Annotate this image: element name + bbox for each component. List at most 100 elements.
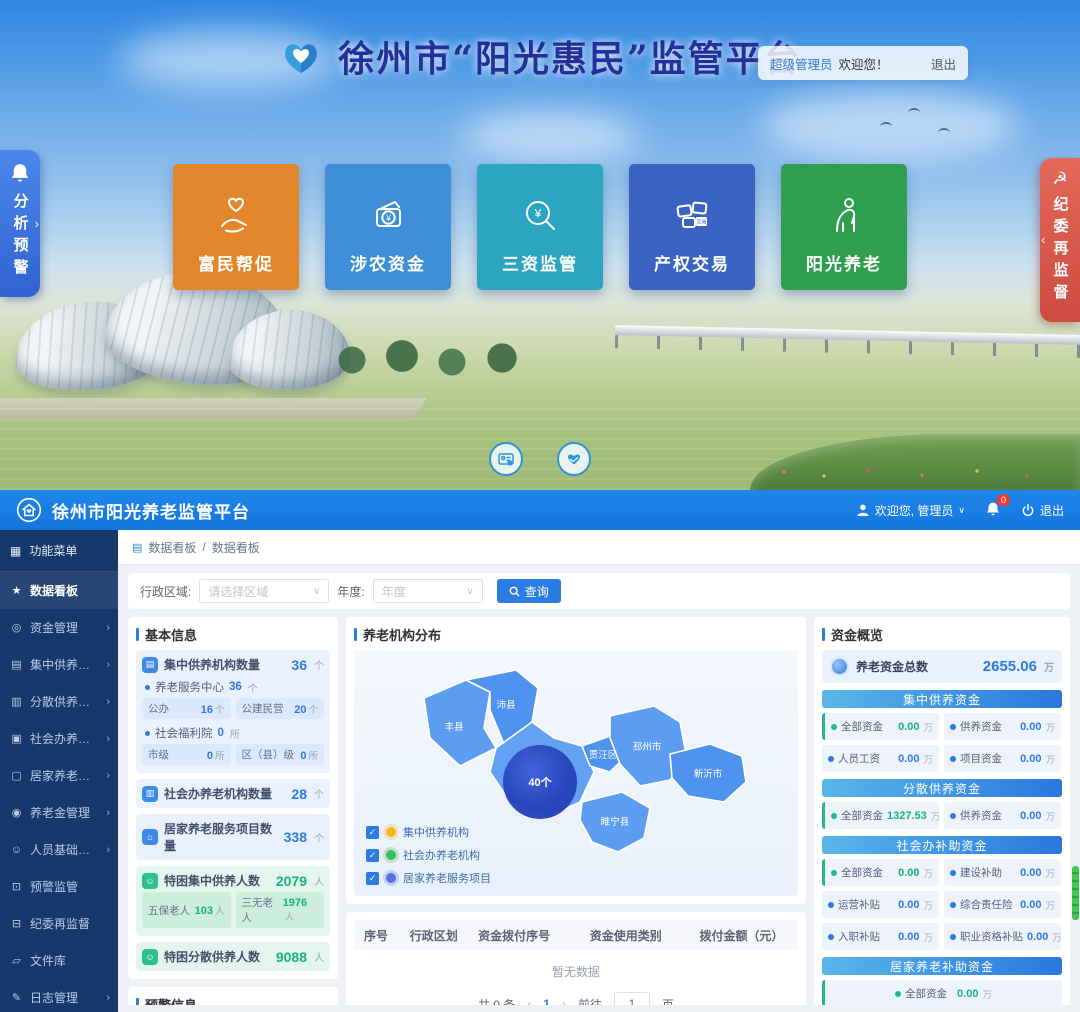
region-select[interactable]: 请选择区域 ∨ [199,579,329,603]
sidebar-item-pension-management[interactable]: ◉ 养老金管理 › [0,794,118,831]
total-fund-card: 养老资金总数 2655.06 万 [822,650,1062,683]
map-label: 丰县 [444,721,463,733]
scrollbar-thumb[interactable] [1072,866,1079,920]
wallet-yuan-icon: ¥ [366,194,410,238]
checkbox-checked-icon[interactable]: ✓ [366,872,379,885]
sidebar-item-file-library[interactable]: ▱ 文件库 [0,942,118,979]
user-menu[interactable]: 欢迎您, 管理员 ∨ [856,502,965,519]
pencil-icon: ✎ [10,991,23,1004]
goto-page-input[interactable] [614,992,650,1005]
fund-cell: 供养资金0.00万 [944,713,1061,740]
breadcrumb-second[interactable]: 数据看板 [212,539,260,556]
fund-cell: 全部资金1327.53万 [822,802,939,829]
bird [938,128,950,137]
building-icon: ▣ [10,732,23,745]
sidebar-item-private-institutions[interactable]: ▣ 社会办养老机构 › [0,720,118,757]
tile-chanquan-jiaoyi[interactable]: 交易 产权交易 [629,164,755,290]
sidebar-item-decentralized-funds[interactable]: ▥ 分散供养资金 › [0,683,118,720]
pin-icon [386,873,396,883]
legend-private-institutions[interactable]: ✓ 社会办养老机构 [366,847,491,863]
panel-title: 预警信息 [136,995,330,1005]
map-label: 新沂市 [694,768,723,780]
filter-bar: 行政区域: 请选择区域 ∨ 年度: 年度 ∨ 查询 [128,573,1070,609]
portal-logout-link[interactable]: 退出 [931,54,956,73]
logout-label: 退出 [1040,502,1064,519]
stat-card-private-institutions: ▥ 社会办养老机构数量 28 个 [136,779,330,808]
sub-stat: 市级 0所 [142,744,231,765]
id-card-icon [497,450,515,468]
chevron-right-icon: › [106,992,110,1004]
fund-cell: 全部资金0.00万 [822,713,939,740]
logout-button[interactable]: 退出 [1021,502,1064,519]
prev-page-button[interactable]: ‹ [527,997,531,1005]
map-label: 邳州市 [633,741,662,753]
sidebar-item-log-management[interactable]: ✎ 日志管理 › [0,979,118,1012]
chevron-right-icon: › [35,216,39,231]
checkbox-checked-icon[interactable]: ✓ [366,826,379,839]
panel-title: 养老机构分布 [354,625,798,644]
tile-sanzi-jianguan[interactable]: ¥ 三资监管 [477,164,603,290]
sub-stat: 三无老人 1976人 [236,892,325,928]
power-icon [1021,503,1035,517]
welcome-text: 欢迎您！ [839,54,889,73]
left-column: 基本信息 ▤ 集中供养机构数量 36 个 [128,617,338,1005]
discipline-supervision-tab[interactable]: ☭ 纪委再监督 ‹ [1040,158,1080,322]
hammer-sickle-icon: ☭ [1052,170,1067,187]
stat-value: 36 [291,657,307,673]
monitor-icon: ▢ [10,769,23,782]
treeline [332,330,542,382]
chevron-right-icon: › [106,696,110,708]
sidebar-item-fund-management[interactable]: ◎ 资金管理 › [0,609,118,646]
col-amount: 拨付金额（元） [690,927,788,944]
heart-badge[interactable] [557,442,591,476]
star-icon: ★ [10,584,23,597]
screen: 徐州市“阳光惠民”监管平台 超级管理员 欢迎您！ 退出 分析预警 › ☭ 纪委再… [0,0,1080,1012]
sidebar: ▦ 功能菜单 ★ 数据看板 ◎ 资金管理 › ▤ 集中供养资金 › ▥ 分散供养… [0,530,118,1012]
sidebar-item-warning-supervision[interactable]: ⊡ 预警监管 [0,868,118,905]
hero-badges [0,442,1080,476]
checkbox-checked-icon[interactable]: ✓ [366,849,379,862]
user-role: 超级管理员 [770,54,833,73]
legend-homecare-projects[interactable]: ✓ 居家养老服务项目 [366,870,491,886]
person-mini-icon: ☺ [142,873,158,889]
id-card-badge[interactable] [489,442,523,476]
heart-icon [565,450,583,468]
map-label: 沛县 [496,699,515,711]
menu-header-label: 功能菜单 [29,542,77,559]
sidebar-item-dashboard[interactable]: ★ 数据看板 [0,572,118,609]
notification-bell[interactable]: 0 [985,501,1001,520]
goto-unit: 页 [662,996,674,1006]
sidebar-item-centralized-funds[interactable]: ▤ 集中供养资金 › [0,646,118,683]
fund-cell: 建设补助0.00万 [944,859,1061,886]
chevron-right-icon: › [106,659,110,671]
tile-shenong-zijin[interactable]: ¥ 涉农资金 [325,164,451,290]
sub-stat: 公建民营 20个 [236,698,325,719]
folder-icon: ▥ [10,695,23,708]
chevron-left-icon: ‹ [1041,232,1045,247]
chevron-right-icon: › [106,733,110,745]
app-logo-icon [16,497,42,523]
analysis-warning-label: 分析预警 [10,193,31,281]
sidebar-item-home-care-projects[interactable]: ▢ 居家养老服务项目 › [0,757,118,794]
bird [908,108,920,117]
fund-overview-panel: 资金概览 养老资金总数 2655.06 万 集中供养资金 全部资金0.00万 [814,617,1070,1005]
tile-fumin-bangcu[interactable]: 富民帮促 [173,164,299,290]
year-filter-label: 年度: [337,583,364,600]
bell-badge: 0 [997,494,1010,506]
sidebar-item-discipline-supervision[interactable]: ⊟ 纪委再监督 [0,905,118,942]
next-page-button[interactable]: › [562,997,566,1005]
breadcrumb-first[interactable]: 数据看板 [148,539,196,556]
year-select[interactable]: 年度 ∨ [373,579,483,603]
tile-label: 三资监管 [502,250,578,275]
sidebar-item-personnel-info[interactable]: ☺ 人员基础信息 › [0,831,118,868]
tile-yangguang-yanglao[interactable]: 阳光养老 [781,164,907,290]
bullet-dot-icon [145,685,150,690]
legend-centralized-institutions[interactable]: ✓ 集中供养机构 [366,824,491,840]
page-number[interactable]: 1 [543,997,550,1005]
search-button[interactable]: 查询 [497,579,561,603]
stat-card-centralized-institutions: ▤ 集中供养机构数量 36 个 养老服务中心 36 个 [136,650,330,773]
app-title: 徐州市阳光养老监管平台 [52,498,250,523]
analysis-warning-tab[interactable]: 分析预警 › [0,150,40,297]
institution-map-panel: 养老机构分布 [346,617,806,904]
person-mini-icon: ☺ [142,949,158,965]
